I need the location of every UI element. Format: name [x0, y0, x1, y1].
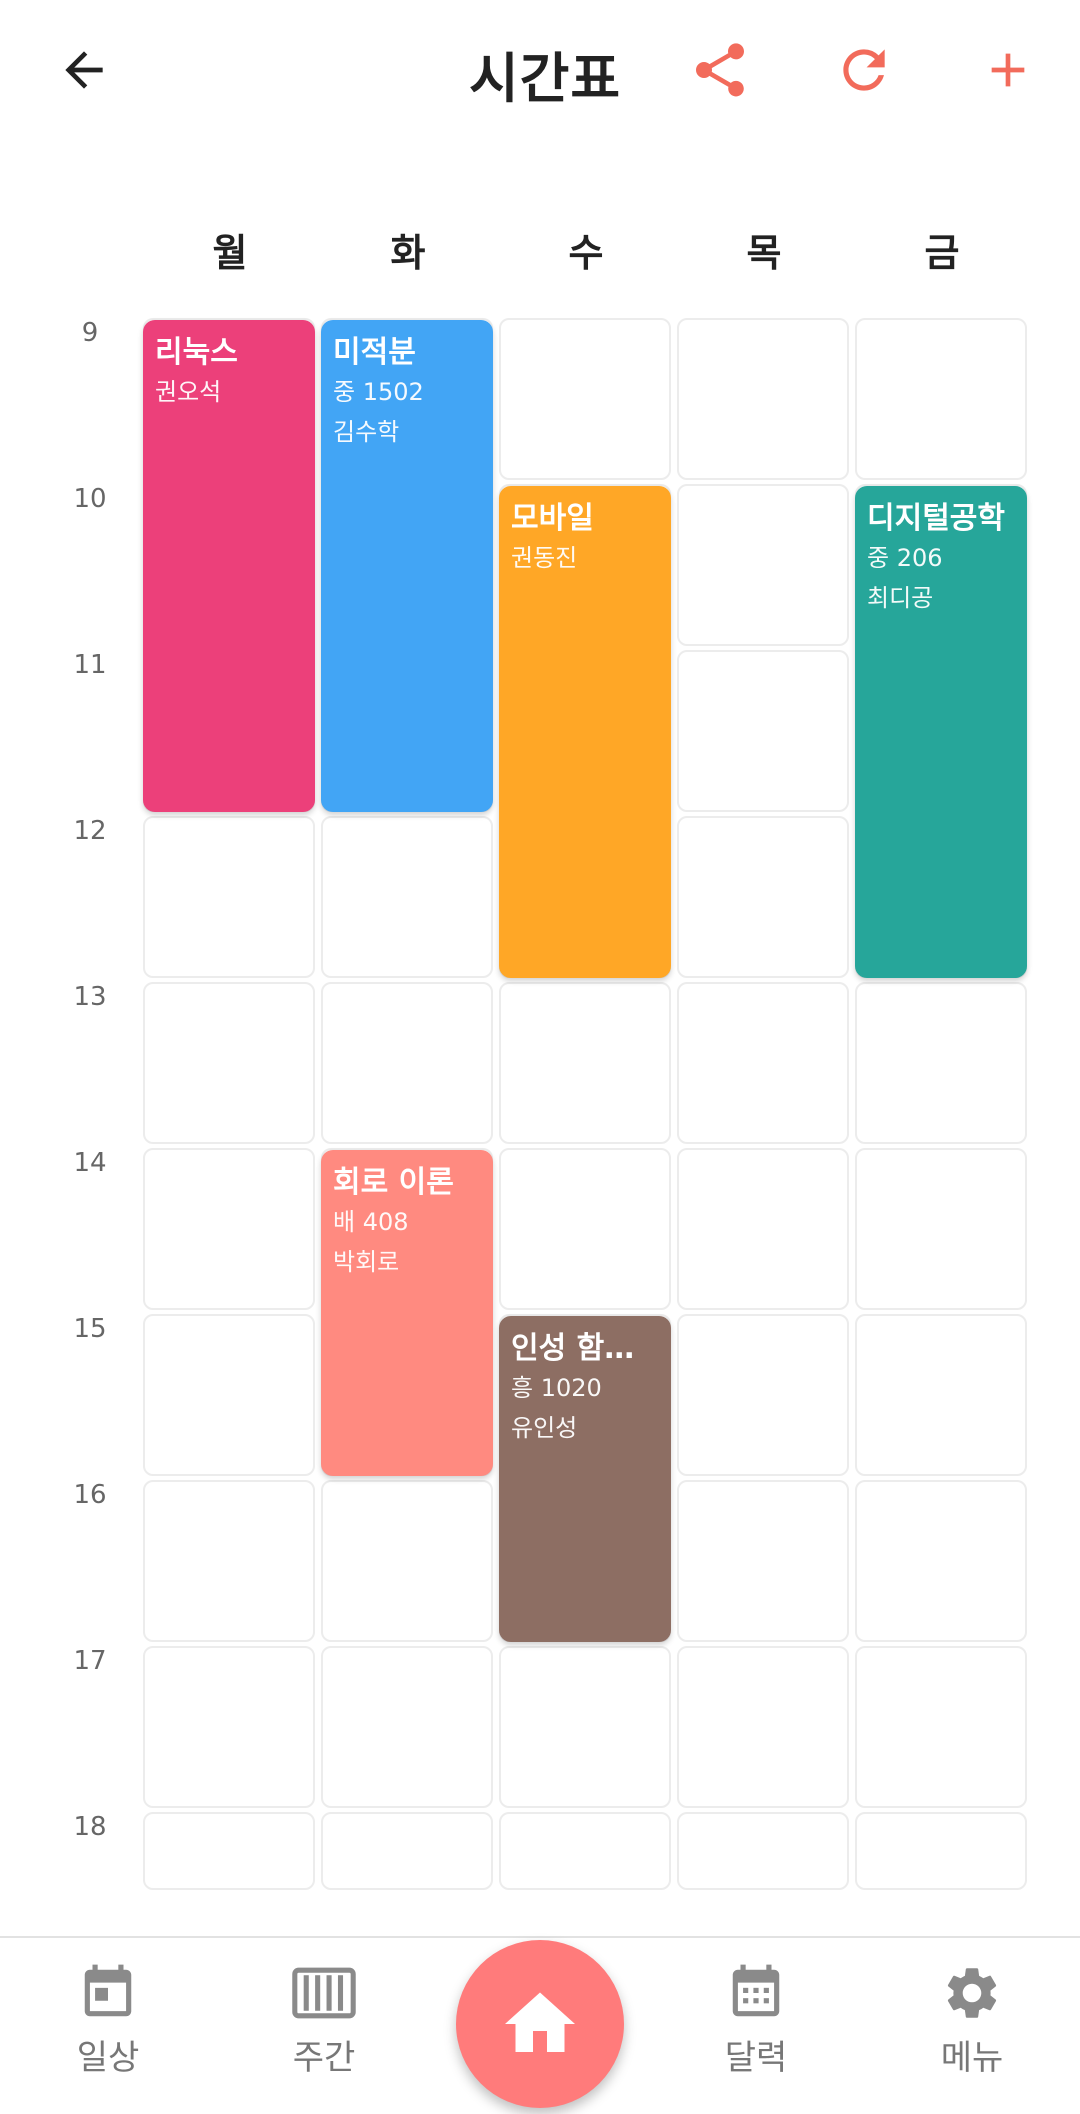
timetable-cell[interactable] — [855, 1646, 1027, 1808]
course-room: 흥 1020 — [511, 1374, 602, 1402]
day-label-wed: 수 — [568, 231, 604, 275]
course-title: 미적분 — [333, 335, 416, 370]
timetable-cell[interactable] — [143, 1812, 315, 1890]
share-button[interactable] — [680, 30, 760, 110]
timetable-cell[interactable] — [855, 1314, 1027, 1476]
hour-label: 14 — [73, 1148, 107, 1178]
hour-label: 12 — [73, 816, 107, 846]
hour-label: 18 — [73, 1812, 107, 1842]
calendar-day-icon — [84, 1964, 132, 2017]
nav-weekly-label: 주간 — [292, 2038, 356, 2078]
gear-icon — [947, 1968, 997, 2018]
home-button[interactable] — [456, 1940, 624, 2108]
course-professor: 박회로 — [333, 1248, 400, 1276]
timetable-cell[interactable] — [855, 1812, 1027, 1890]
timetable-cell[interactable] — [321, 982, 493, 1144]
day-label-thu: 목 — [746, 231, 782, 275]
hour-label: 16 — [73, 1480, 107, 1510]
back-button[interactable] — [44, 30, 124, 110]
hour-label: 9 — [81, 318, 99, 348]
timetable-cell[interactable] — [499, 982, 671, 1144]
course-room: 중 1502 — [333, 378, 424, 406]
course-block[interactable]: 모바일권동진 — [499, 486, 671, 978]
add-button[interactable] — [968, 30, 1048, 110]
nav-calendar[interactable]: 달력 — [676, 1962, 836, 2092]
timetable-cell[interactable] — [321, 1480, 493, 1642]
timetable-cell[interactable] — [855, 318, 1027, 480]
timetable-cell[interactable] — [677, 1314, 849, 1476]
timetable-cell[interactable] — [321, 1646, 493, 1808]
course-professor: 김수학 — [333, 418, 400, 446]
timetable-cell[interactable] — [143, 1314, 315, 1476]
timetable-cell[interactable] — [677, 1480, 849, 1642]
hour-label: 13 — [73, 982, 107, 1012]
timetable-cell[interactable] — [677, 650, 849, 812]
course-block[interactable]: 회로 이론배 408 박회로 — [321, 1150, 493, 1476]
hour-label: 10 — [73, 484, 107, 514]
page-title: 시간표 — [468, 47, 622, 110]
timetable-cell[interactable] — [143, 1646, 315, 1808]
week-columns-icon — [292, 1967, 356, 2019]
nav-daily[interactable]: 일상 — [28, 1962, 188, 2092]
timetable-cell[interactable] — [143, 816, 315, 978]
timetable-cell[interactable] — [499, 318, 671, 480]
timetable-cell[interactable] — [143, 1148, 315, 1310]
timetable-cell[interactable] — [499, 1812, 671, 1890]
nav-weekly[interactable]: 주간 — [244, 1962, 404, 2092]
course-professor: 권오석 — [155, 378, 222, 406]
day-label-mon: 월 — [212, 231, 248, 275]
hour-label: 11 — [73, 650, 107, 680]
timetable-cell[interactable] — [677, 484, 849, 646]
home-icon — [505, 1992, 575, 2052]
refresh-icon — [843, 49, 885, 91]
calendar-month-icon — [732, 1964, 780, 2017]
app-header: 시간표 — [0, 0, 1080, 150]
timetable-cell[interactable] — [321, 1812, 493, 1890]
hour-label: 17 — [73, 1646, 107, 1676]
course-title: 디지털공학 — [867, 501, 1005, 536]
nav-calendar-label: 달력 — [724, 2038, 788, 2078]
course-block[interactable]: 리눅스권오석 — [143, 320, 315, 812]
course-professor: 유인성 — [511, 1414, 578, 1442]
course-professor: 최디공 — [867, 584, 934, 612]
course-professor: 권동진 — [511, 544, 578, 572]
timetable-cell[interactable] — [677, 318, 849, 480]
back-arrow-icon — [65, 51, 103, 89]
timetable-cell[interactable] — [321, 816, 493, 978]
course-room: 배 408 — [333, 1208, 409, 1236]
course-title: 인성 함양… — [511, 1331, 659, 1366]
plus-icon — [991, 53, 1025, 87]
timetable-cell[interactable] — [677, 1812, 849, 1890]
course-title: 모바일 — [511, 501, 594, 536]
timetable-cell[interactable] — [855, 982, 1027, 1144]
timetable-cell[interactable] — [499, 1148, 671, 1310]
course-block[interactable]: 인성 함양… 흥 1020 유인성 — [499, 1316, 671, 1642]
refresh-button[interactable] — [824, 30, 904, 110]
nav-menu-label: 메뉴 — [940, 2038, 1004, 2078]
hour-label: 15 — [73, 1314, 107, 1344]
timetable-cell[interactable] — [677, 1148, 849, 1310]
timetable-cell[interactable] — [677, 982, 849, 1144]
course-title: 리눅스 — [155, 335, 238, 370]
course-block[interactable]: 디지털공학중 206 최디공 — [855, 486, 1027, 978]
timetable-cell[interactable] — [499, 1646, 671, 1808]
course-title: 회로 이론 — [333, 1165, 454, 1200]
nav-menu[interactable]: 메뉴 — [892, 1962, 1052, 2092]
timetable-cell[interactable] — [855, 1148, 1027, 1310]
course-block[interactable]: 미적분중 1502 김수학 — [321, 320, 493, 812]
day-label-fri: 금 — [924, 231, 960, 275]
timetable-cell[interactable] — [143, 1480, 315, 1642]
day-label-tue: 화 — [390, 231, 426, 275]
share-icon — [696, 43, 744, 97]
timetable-cell[interactable] — [677, 816, 849, 978]
timetable-cell[interactable] — [855, 1480, 1027, 1642]
nav-daily-label: 일상 — [76, 2038, 140, 2078]
timetable-cell[interactable] — [677, 1646, 849, 1808]
timetable-cell[interactable] — [143, 982, 315, 1144]
course-room: 중 206 — [867, 544, 943, 572]
